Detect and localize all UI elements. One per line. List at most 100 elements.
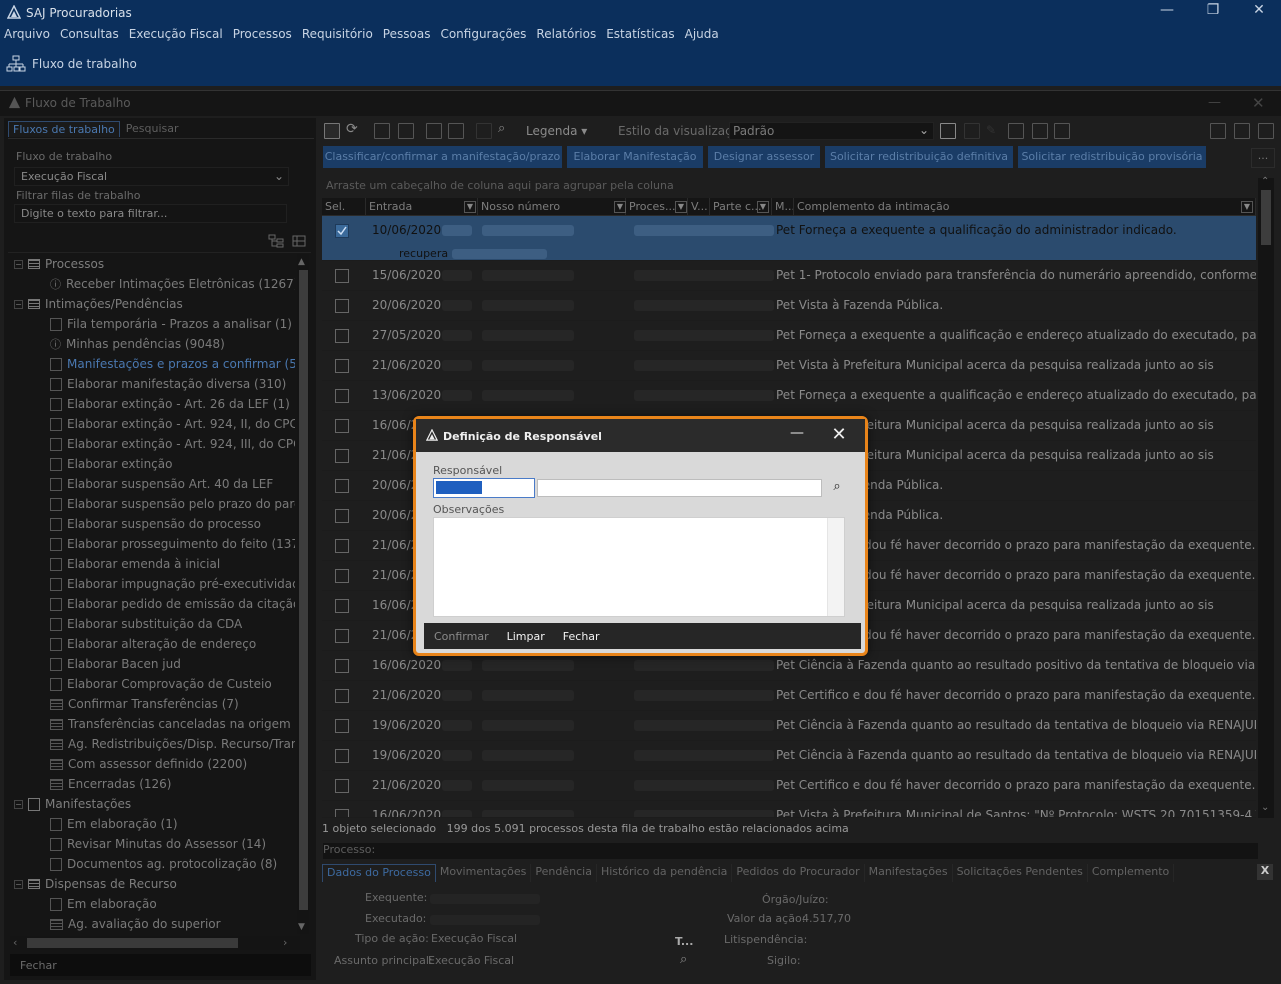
inner-close-icon[interactable]: ✕ [1252,94,1265,112]
export-icon[interactable] [1008,123,1024,139]
tree-scroll-thumb[interactable] [299,270,308,910]
tree-node[interactable]: Documentos ag. protocolização (8) [50,854,277,874]
tree-node[interactable]: Transferências canceladas na origem [50,714,291,734]
row-checkbox[interactable] [335,809,349,817]
filter-complemento-icon[interactable]: ▼ [1241,201,1253,213]
redistribution-definitive-button[interactable]: Solicitar redistribuição definitiva [825,146,1013,168]
flow-link[interactable]: Fluxo de trabalho [6,55,137,73]
grid-vertical-scrollbar[interactable] [1258,178,1274,818]
tab-dados-processo[interactable]: Dados do Processo [322,864,436,882]
dialog-minimize-icon[interactable]: — [786,425,808,445]
tree-node[interactable]: Ag. avaliação do superior [50,914,221,934]
tree-node[interactable]: ⓘ Receber Intimações Eletrônicas (1267) [50,274,295,294]
search-doc-icon[interactable]: ⌕ [498,121,514,137]
menu-relatorios[interactable]: Relatórios [536,27,596,45]
minimize-icon[interactable]: — [1156,2,1178,20]
inner-minimize-icon[interactable]: — [1208,95,1221,110]
filter-processo-icon[interactable]: ▼ [675,201,687,213]
table-row[interactable]: 16/06/2020 Pet Vista à Prefeitura Municip… [322,801,1256,818]
row-checkbox[interactable] [335,389,349,403]
copy-icon[interactable] [374,123,390,139]
restore-icon[interactable]: ❐ [1202,2,1224,20]
scroll-up-icon[interactable]: ⌃ [1261,176,1269,187]
scroll-left-icon[interactable]: ‹ [13,936,17,949]
table-row[interactable]: 19/06/2020 Pet Ciência à Fazenda quanto a… [322,711,1256,741]
tree-node[interactable]: Em elaboração (1) [50,814,178,834]
menu-ajuda[interactable]: Ajuda [685,27,719,45]
tree-node[interactable]: Elaborar extinção [50,454,172,474]
scroll-down-icon[interactable]: ▼ [298,922,305,932]
assign-assistant-button[interactable]: Designar assessor [708,146,820,168]
confirm-button[interactable]: Confirmar [434,630,489,643]
tree-node[interactable]: Elaborar impugnação pré-executividade [50,574,295,594]
tab-pendencia[interactable]: Pendência [531,864,597,882]
col-m[interactable]: M... [772,198,794,216]
menu-pessoas[interactable]: Pessoas [383,27,431,45]
observacoes-textarea[interactable] [433,517,845,617]
collapse-toggle-icon[interactable]: − [14,879,23,889]
row-checkbox[interactable] [335,599,349,613]
row-checkbox[interactable] [335,569,349,583]
tab-historico[interactable]: Histórico da pendência [597,864,733,882]
table-row[interactable]: 21/06/2020 Pet Certifico e dou fé haver d… [322,771,1256,801]
tab-movimentacoes[interactable]: Movimentações [436,864,532,882]
tab-manifestacoes[interactable]: Manifestações [865,864,953,882]
filter-entrada-icon[interactable]: ▼ [464,201,476,213]
dialog-close-icon[interactable]: ✕ [828,424,850,446]
tree-node[interactable]: Elaborar emenda à inicial [50,554,220,574]
filter-nosso-numero-icon[interactable]: ▼ [614,201,626,213]
responsavel-name-input[interactable] [537,479,822,497]
row-checkbox[interactable] [335,719,349,733]
observacoes-scrollbar[interactable] [827,518,844,616]
row-checkbox[interactable] [335,689,349,703]
col-sel[interactable]: Sel. [322,198,366,216]
save-icon[interactable] [940,123,956,139]
tree-node[interactable]: − Processos [14,254,104,274]
tree-node[interactable]: Elaborar pedido de emissão da citação (4… [50,594,295,614]
tree-node[interactable]: Elaborar Comprovação de Custeio [50,674,272,694]
col-entrada[interactable]: Entrada [366,198,478,216]
flow-select[interactable]: Execução Fiscal ⌄ [14,167,289,186]
tree-node[interactable]: − Manifestações [14,794,131,814]
row-checkbox[interactable] [335,749,349,763]
list-doc-icon[interactable] [1032,123,1048,139]
duplicate-icon[interactable] [398,123,414,139]
tab-solicitacoes[interactable]: Solicitações Pendentes [953,864,1088,882]
more-actions-button[interactable]: ... [1251,148,1275,168]
tree-node[interactable]: Em elaboração [50,894,157,914]
collapse-toggle-icon[interactable]: − [14,299,23,309]
table-row[interactable]: 21/06/2020 Pet Vista à Prefeitura Municip… [322,351,1256,381]
tree-node[interactable]: ⓘ Minhas pendências (9048) [50,334,225,354]
responsavel-code-input[interactable] [433,478,535,498]
menu-arquivo[interactable]: Arquivo [4,27,50,45]
tree-node[interactable]: Confirmar Transferências (7) [50,694,239,714]
row-checkbox[interactable] [335,779,349,793]
row-checkbox[interactable] [335,509,349,523]
split-view-icon[interactable] [1234,123,1250,139]
tree-node[interactable]: Elaborar prosseguimento do feito (1373) [50,534,295,554]
paste-icon[interactable] [448,123,464,139]
tree-node[interactable]: Fila temporária - Prazos a analisar (1) [50,314,292,334]
legenda-dropdown[interactable]: Legenda ▾ [526,124,587,138]
col-nosso-numero[interactable]: Nosso número [478,198,626,216]
search-icon[interactable]: ⌕ [828,479,846,497]
collapse-toggle-icon[interactable]: − [14,259,23,269]
tree-node[interactable]: Revisar Minutas do Assessor (14) [50,834,266,854]
search-icon[interactable]: ⌕ [680,952,687,967]
tree-node[interactable]: Encerradas (126) [50,774,171,794]
row-checkbox[interactable] [335,329,349,343]
tree-node[interactable]: − Dispensas de Recurso [14,874,177,894]
tree-node[interactable]: Elaborar extinção - Art. 924, II, do CPC… [50,414,295,434]
table-row[interactable]: 20/06/2020 Pet Vista à Fazenda Pública. [322,291,1256,321]
scroll-up-icon[interactable]: ▲ [298,257,305,267]
elaborate-manifest-button[interactable]: Elaborar Manifestação [567,146,703,168]
tree-node-selected[interactable]: Manifestações e prazos a confirmar (5091… [50,354,295,374]
menu-execucao-fiscal[interactable]: Execução Fiscal [129,27,223,45]
col-v[interactable]: V... [688,198,710,216]
collapse-icon[interactable] [292,235,306,247]
tree-node[interactable]: Elaborar extinção - Art. 26 da LEF (1) [50,394,290,414]
menu-estatisticas[interactable]: Estatísticas [606,27,674,45]
row-checkbox[interactable] [335,299,349,313]
menu-processos[interactable]: Processos [233,27,292,45]
filter-parte-icon[interactable]: ▼ [757,201,769,213]
